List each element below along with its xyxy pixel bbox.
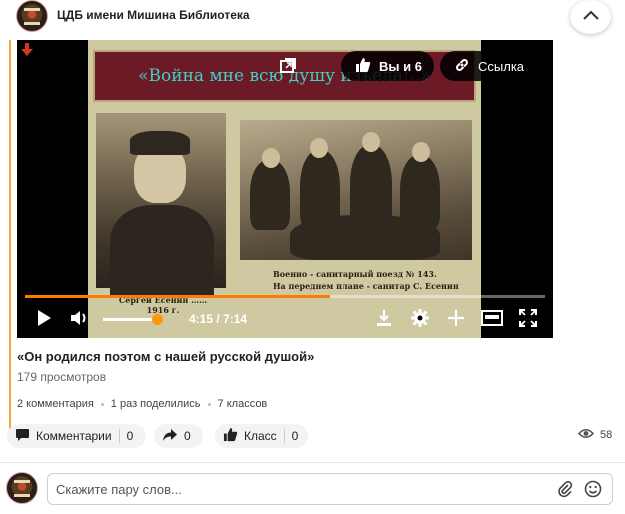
plus-icon xyxy=(447,309,465,332)
post-header: ЦДБ имени Мишина Библиотека xyxy=(0,0,625,34)
share-button[interactable]: 0 xyxy=(154,424,203,448)
miniplayer-icon xyxy=(481,309,503,331)
post-stats: 2 комментария 1 раз поделились 7 классов xyxy=(17,398,267,410)
soldier-portrait xyxy=(96,113,226,295)
link-pill-button[interactable]: Ссылка xyxy=(440,51,542,81)
group-avatar[interactable] xyxy=(16,0,48,32)
picture-in-picture-icon[interactable] xyxy=(275,53,301,79)
add-button[interactable] xyxy=(441,302,471,338)
caption-line-1: Военно - санитарный поезд № 143. xyxy=(273,269,437,279)
accent-line xyxy=(9,40,11,440)
stat-shares[interactable]: 1 раз поделились xyxy=(111,398,201,410)
play-button[interactable] xyxy=(29,302,59,338)
volume-fill xyxy=(103,318,157,321)
group-name[interactable]: ЦДБ имени Мишина Библиотека xyxy=(57,8,250,22)
eye-icon xyxy=(577,428,595,442)
group-photo-caption: Военно - санитарный поезд № 143. На пере… xyxy=(273,268,473,292)
download-icon xyxy=(375,309,393,332)
class-label: Класс xyxy=(244,429,277,443)
share-arrow-icon xyxy=(162,428,178,445)
link-pill-label: Ссылка xyxy=(478,58,525,74)
post-card: ЦДБ имени Мишина Библиотека «Война мне в… xyxy=(0,0,625,514)
comments-button[interactable]: Комментарии 0 xyxy=(7,424,146,448)
time-display: 4:15 / 7:14 xyxy=(189,312,248,326)
caption-line-2: На переднем плане - санитар С. Есенин xyxy=(273,281,459,291)
smiley-icon[interactable] xyxy=(583,479,603,499)
stat-classes[interactable]: 7 классов xyxy=(218,398,268,410)
share-count: 0 xyxy=(184,429,191,443)
fullscreen-button[interactable] xyxy=(513,302,543,338)
volume-icon xyxy=(70,309,90,332)
class-count: 0 xyxy=(291,429,299,443)
comments-label: Комментарии xyxy=(36,429,112,443)
miniplayer-button[interactable] xyxy=(477,302,507,338)
comment-icon xyxy=(15,428,30,445)
stat-separator xyxy=(207,402,211,406)
view-count-text: 179 просмотров xyxy=(17,370,107,384)
comment-input[interactable] xyxy=(47,473,613,505)
collapse-button[interactable] xyxy=(570,0,611,34)
video-frame: «Война мне всю душу изъела!..» Сергей Ес… xyxy=(88,40,481,338)
comments-count: 0 xyxy=(126,429,134,443)
video-progress-fill xyxy=(25,295,331,298)
thumbs-up-icon xyxy=(355,57,371,76)
like-pill-button[interactable]: Вы и 6 xyxy=(341,51,434,81)
video-progress-bar[interactable] xyxy=(25,295,545,298)
stat-separator xyxy=(100,402,104,406)
link-icon xyxy=(454,57,470,76)
play-icon xyxy=(36,309,52,332)
paperclip-icon[interactable] xyxy=(555,479,575,499)
download-button[interactable] xyxy=(369,302,399,338)
like-pill-label: Вы и 6 xyxy=(379,58,422,74)
settings-icon xyxy=(411,308,429,332)
arrow-down-icon xyxy=(17,40,37,60)
volume-slider[interactable] xyxy=(103,314,163,325)
video-title[interactable]: «Он родился поэтом с нашей русской душой… xyxy=(17,349,314,364)
view-counter: 58 xyxy=(577,428,613,442)
volume-knob[interactable] xyxy=(152,314,163,325)
user-avatar[interactable] xyxy=(6,472,38,504)
group-photo xyxy=(240,120,472,260)
divider xyxy=(0,462,625,463)
view-count-number: 58 xyxy=(600,429,613,441)
stat-comments[interactable]: 2 комментария xyxy=(17,398,94,410)
video-controls: 4:15 / 7:14 xyxy=(17,302,553,338)
volume-button[interactable] xyxy=(65,302,95,338)
thumbs-up-icon xyxy=(223,427,238,445)
chevron-up-icon xyxy=(582,8,600,26)
video-player[interactable]: «Война мне всю душу изъела!..» Сергей Ес… xyxy=(17,40,553,338)
fullscreen-icon xyxy=(518,308,538,332)
class-button[interactable]: Класс 0 xyxy=(215,424,308,448)
settings-button[interactable] xyxy=(405,302,435,338)
